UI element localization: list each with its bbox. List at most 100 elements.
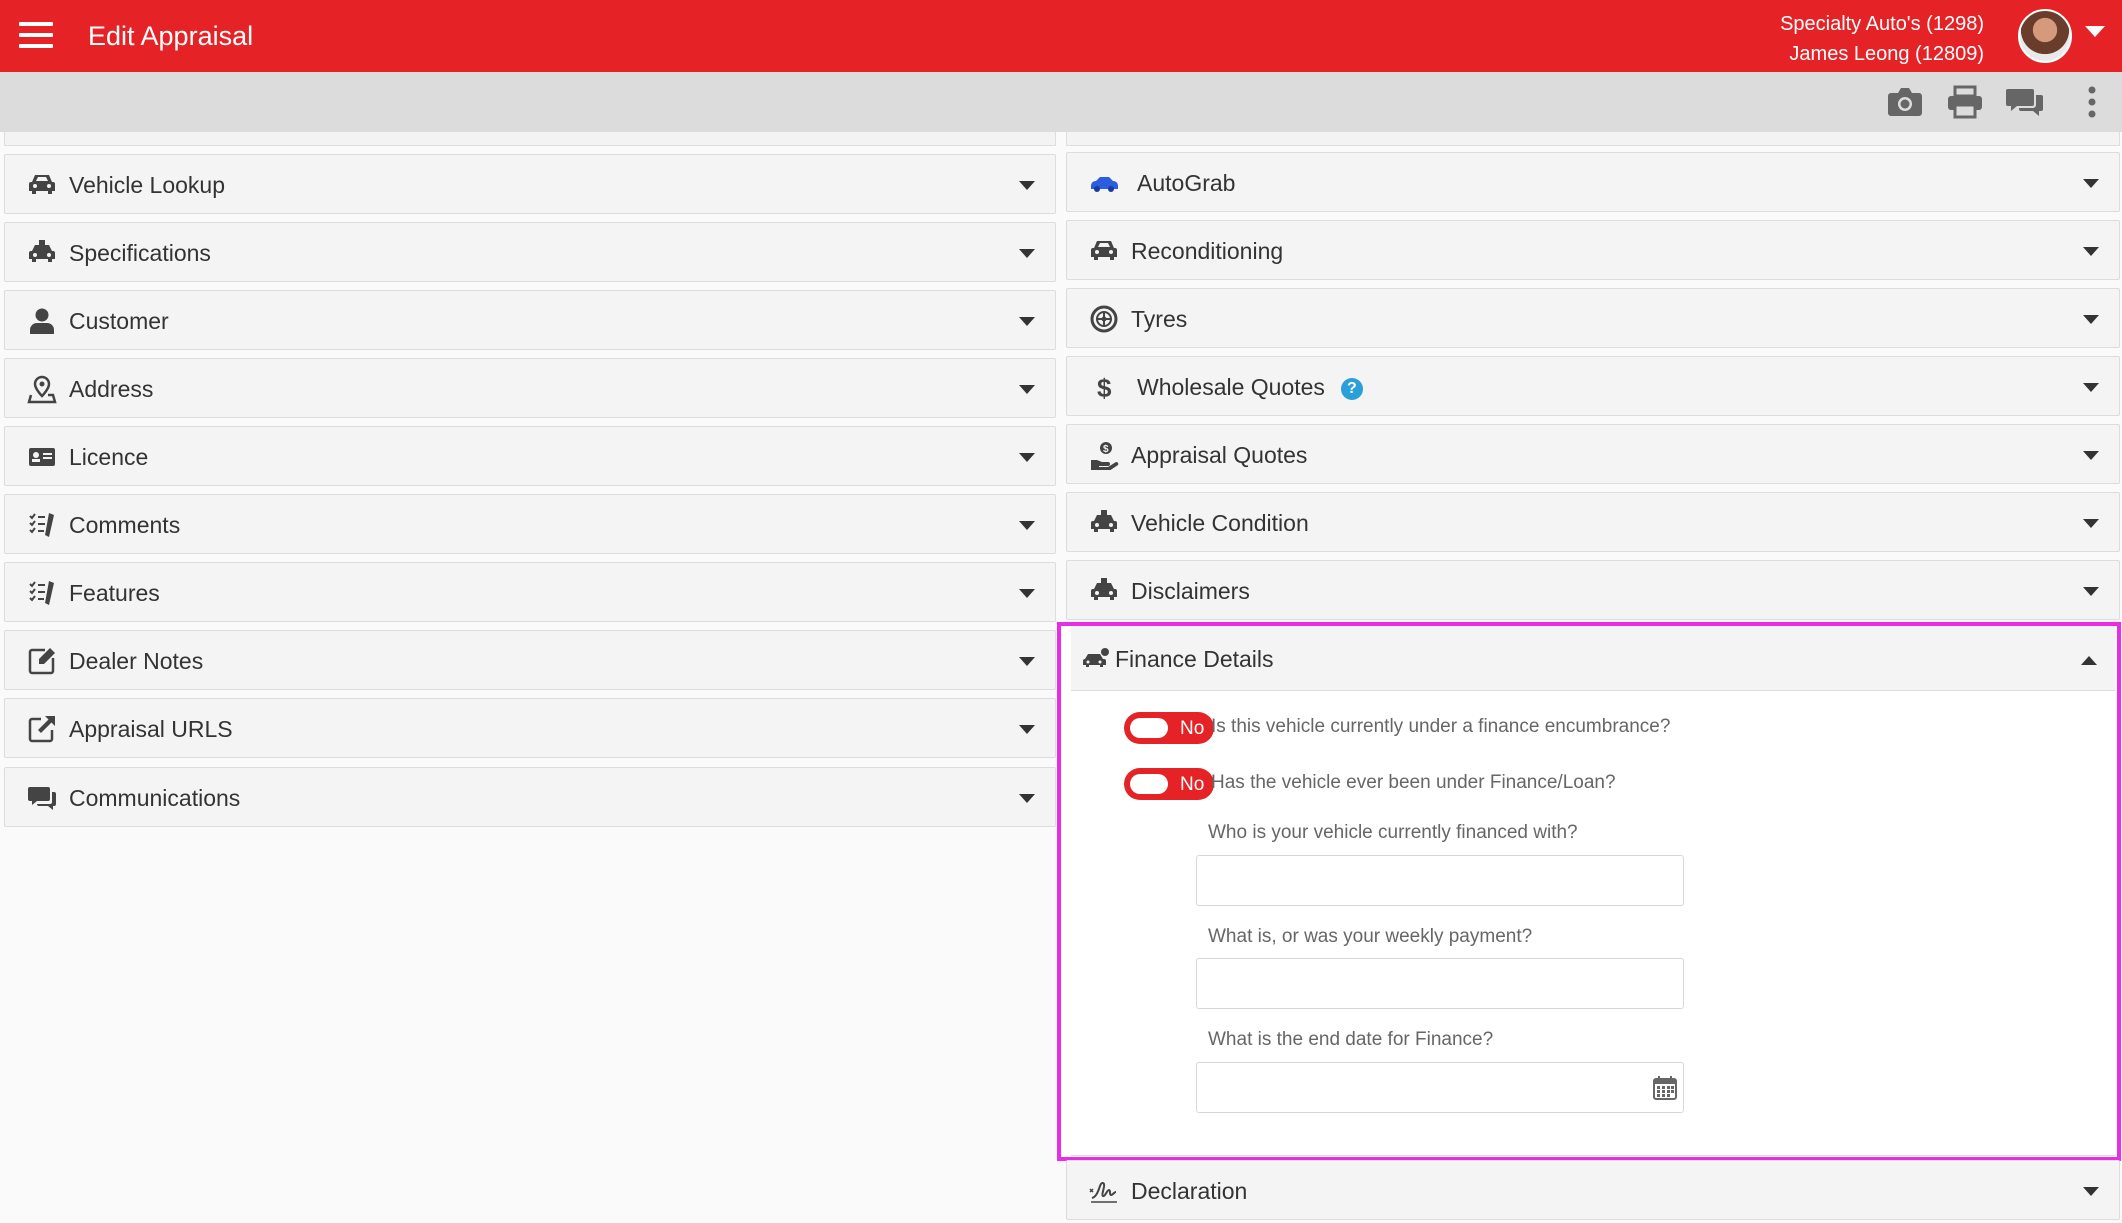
user-name: James Leong (12809)	[1789, 43, 1984, 65]
chevron-down-icon[interactable]	[2083, 179, 2099, 188]
chevron-down-icon[interactable]	[1019, 521, 1035, 530]
panel-label: Appraisal Quotes	[1131, 442, 1308, 468]
weekly-payment-label: What is, or was your weekly payment?	[1208, 926, 1533, 947]
id-card-icon	[27, 442, 57, 472]
chevron-down-icon[interactable]	[1019, 657, 1035, 666]
chevron-up-icon[interactable]	[2081, 656, 2097, 665]
panel-label: Dealer Notes	[69, 648, 204, 674]
chevron-down-icon[interactable]	[2083, 383, 2099, 392]
panel-label: Tyres	[1131, 306, 1188, 332]
page-title: Edit Appraisal	[88, 21, 254, 51]
camera-icon[interactable]	[1885, 84, 1925, 120]
chevron-down-icon[interactable]	[1019, 589, 1035, 598]
panel-comments[interactable]: Comments	[4, 494, 1056, 554]
car-icon	[1089, 576, 1119, 606]
panel-label: Declaration	[1131, 1178, 1248, 1204]
panel-vehicle-lookup[interactable]: Vehicle Lookup	[4, 154, 1056, 214]
chevron-down-icon[interactable]	[1019, 385, 1035, 394]
panel-label: Customer	[69, 308, 169, 334]
chevron-down-icon[interactable]	[2083, 1187, 2099, 1196]
panel-label: Reconditioning	[1131, 238, 1284, 264]
chevron-down-icon[interactable]	[1019, 181, 1035, 190]
panel-tyres[interactable]: Tyres	[1066, 288, 2120, 348]
user-info: Specialty Auto's (1298) James Leong (128…	[1780, 9, 1984, 69]
panel-wholesale-quotes[interactable]: $ Wholesale Quotes?	[1066, 356, 2120, 416]
panel-label: Wholesale Quotes?	[1137, 374, 1363, 401]
panel-label: Disclaimers	[1131, 578, 1250, 604]
chevron-down-icon[interactable]	[1019, 453, 1035, 462]
panel-customer[interactable]: Customer	[4, 290, 1056, 350]
financier-label: Who is your vehicle currently financed w…	[1208, 822, 1578, 843]
avatar[interactable]	[2018, 9, 2072, 63]
dollar-icon: $	[1089, 372, 1119, 403]
panel-label-text: Wholesale Quotes	[1137, 374, 1325, 400]
panel-communications[interactable]: Communications	[4, 767, 1056, 827]
calendar-icon[interactable]	[1652, 1075, 1678, 1101]
panel-licence[interactable]: Licence	[4, 426, 1056, 486]
weekly-payment-input[interactable]	[1196, 958, 1684, 1009]
panel-label: Licence	[69, 444, 149, 470]
chat-icon[interactable]	[2005, 84, 2045, 120]
panel-features[interactable]: Features	[4, 562, 1056, 622]
panel-reconditioning[interactable]: Reconditioning	[1066, 220, 2120, 280]
chevron-down-icon[interactable]	[2083, 519, 2099, 528]
panel-label: Comments	[69, 512, 181, 538]
chevron-down-icon[interactable]	[1019, 794, 1035, 803]
finance-details-header[interactable]: Finance Details	[1071, 626, 2115, 691]
finance-details-body: No Is this vehicle currently under a fin…	[1071, 692, 2115, 1156]
chevron-down-icon[interactable]	[2083, 587, 2099, 596]
panel-address[interactable]: Address	[4, 358, 1056, 418]
panel-appraisal-urls[interactable]: Appraisal URLS	[4, 698, 1056, 758]
financier-input[interactable]	[1196, 855, 1684, 906]
menu-icon[interactable]	[19, 22, 53, 48]
panel-dealer-notes[interactable]: Dealer Notes	[4, 630, 1056, 690]
panel-appraisal-quotes[interactable]: $ Appraisal Quotes	[1066, 424, 2120, 484]
chevron-down-icon[interactable]	[2083, 451, 2099, 460]
finance-end-date-label: What is the end date for Finance?	[1208, 1029, 1494, 1050]
chevron-down-icon[interactable]	[2085, 26, 2105, 37]
panel-label: Specifications	[69, 240, 211, 266]
panel-stub	[1066, 132, 2120, 146]
autograb-car-icon	[1089, 168, 1119, 198]
panel-vehicle-condition[interactable]: Vehicle Condition	[1066, 492, 2120, 552]
chevron-down-icon[interactable]	[1019, 317, 1035, 326]
print-icon[interactable]	[1945, 84, 1985, 120]
toggle-knob	[1130, 718, 1168, 738]
car-icon	[27, 238, 57, 268]
finance-end-date-input[interactable]	[1196, 1062, 1684, 1113]
signature-icon	[1089, 1176, 1119, 1206]
chevron-down-icon[interactable]	[1019, 249, 1035, 258]
panel-autograb[interactable]: AutoGrab	[1066, 152, 2120, 212]
panel-label: Appraisal URLS	[69, 716, 233, 742]
car-finance-icon	[1081, 643, 1111, 673]
panel-label: AutoGrab	[1137, 170, 1236, 196]
car-search-icon	[27, 170, 57, 200]
chevron-down-icon[interactable]	[2083, 247, 2099, 256]
chat-icon	[27, 783, 57, 813]
edit-note-icon	[27, 646, 57, 676]
panel-specifications[interactable]: Specifications	[4, 222, 1056, 282]
car-search-icon	[1089, 236, 1119, 266]
car-icon	[1089, 508, 1119, 538]
panel-disclaimers[interactable]: Disclaimers	[1066, 560, 2120, 620]
app-header: Edit Appraisal Specialty Auto's (1298) J…	[0, 0, 2122, 72]
toggle-knob	[1130, 774, 1168, 794]
svg-text:$: $	[1103, 444, 1109, 455]
panel-label: Address	[69, 376, 154, 402]
more-vertical-icon[interactable]	[2072, 84, 2112, 120]
map-pin-icon	[27, 374, 57, 404]
help-icon[interactable]: ?	[1340, 378, 1363, 400]
finance-history-toggle[interactable]: No	[1124, 768, 1214, 800]
panel-label: Features	[69, 580, 160, 606]
dealer-name: Specialty Auto's (1298)	[1780, 13, 1984, 35]
chevron-down-icon[interactable]	[2083, 315, 2099, 324]
panel-declaration[interactable]: Declaration	[1066, 1160, 2120, 1220]
chevron-down-icon[interactable]	[1019, 725, 1035, 734]
finance-encumbrance-toggle[interactable]: No	[1124, 712, 1214, 744]
toggle-label: No	[1180, 718, 1205, 739]
toolbar	[0, 72, 2122, 132]
svg-text:$: $	[1097, 373, 1112, 402]
panel-label: Vehicle Condition	[1131, 510, 1309, 536]
finance-history-question: Has the vehicle ever been under Finance/…	[1211, 772, 1616, 793]
panel-finance-details: Finance Details No Is this vehicle curre…	[1057, 622, 2121, 1161]
